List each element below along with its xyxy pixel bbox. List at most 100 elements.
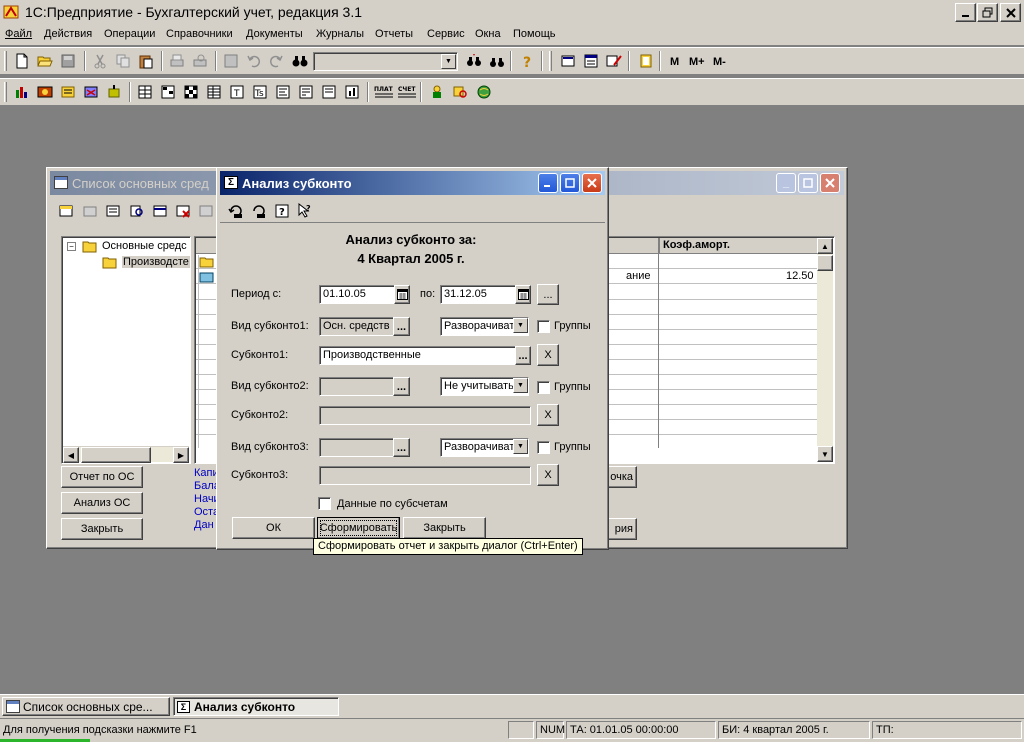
groups1-checkbox[interactable] — [537, 320, 550, 333]
report-os-button[interactable]: Отчет по ОС — [61, 466, 143, 488]
chevron-down-icon[interactable]: ▼ — [513, 378, 528, 393]
chevron-down-icon[interactable]: ▼ — [513, 318, 528, 333]
menu-windows[interactable]: Окна — [475, 28, 501, 40]
close-os-button[interactable]: Закрыть — [61, 518, 143, 540]
tree-item-root[interactable]: Основные средс — [102, 240, 187, 252]
dialog-maximize-button[interactable] — [560, 173, 580, 193]
menu-service[interactable]: Сервис — [427, 28, 465, 40]
tree-hscrollbar[interactable]: ◀ ▶ — [63, 446, 189, 463]
find-next-icon[interactable] — [464, 51, 484, 71]
directory-search-icon[interactable] — [450, 82, 470, 102]
book-icon[interactable] — [636, 51, 656, 71]
journal-order-icon[interactable] — [319, 82, 339, 102]
subconto-turnover-icon[interactable] — [296, 82, 316, 102]
scroll-right-icon[interactable]: ▶ — [173, 447, 189, 463]
close-button[interactable] — [1000, 3, 1021, 22]
os-maximize-button[interactable] — [798, 173, 818, 193]
generate-button[interactable]: Сформировать — [317, 517, 400, 539]
calendar-to-button[interactable] — [515, 285, 531, 304]
os-move-icon[interactable] — [196, 201, 216, 221]
link-data[interactable]: Дан — [194, 519, 214, 531]
menu-file[interactable]: Файл — [5, 28, 32, 40]
os-new-group-icon[interactable] — [80, 201, 100, 221]
find-binoculars-icon[interactable] — [290, 51, 310, 71]
scroll-left-icon[interactable]: ◀ — [63, 447, 79, 463]
help-question-icon[interactable]: ? — [517, 51, 537, 71]
balance-sheet-icon[interactable] — [135, 82, 155, 102]
payment-order-icon[interactable]: ПЛАТ — [373, 82, 395, 102]
os-search-icon[interactable] — [127, 201, 147, 221]
globe-icon[interactable] — [474, 82, 494, 102]
vid2-input[interactable] — [319, 377, 394, 396]
scroll-down-icon[interactable]: ▼ — [817, 446, 833, 462]
account-analysis-icon[interactable] — [204, 82, 224, 102]
vid3-select-button[interactable]: ... — [393, 438, 410, 457]
os-minimize-button[interactable]: _ — [776, 173, 796, 193]
menu-operations[interactable]: Операции — [104, 28, 155, 40]
vid3-input[interactable] — [319, 438, 394, 457]
undo-icon[interactable] — [244, 51, 264, 71]
minimize-button[interactable] — [955, 3, 976, 22]
sub2-clear-button[interactable]: X — [537, 404, 559, 426]
account-card-icon[interactable]: T — [227, 82, 247, 102]
groups3-checkbox[interactable] — [537, 441, 550, 454]
right-button-1[interactable]: очка — [607, 466, 637, 488]
period-from-input[interactable]: 01.10.05 — [319, 285, 395, 304]
help-icon[interactable]: ? — [272, 201, 292, 221]
transactions-icon[interactable] — [58, 82, 78, 102]
dashboard-icon[interactable] — [342, 82, 362, 102]
task-os-list[interactable]: Список основных сре... — [2, 697, 170, 716]
paste-icon[interactable] — [136, 51, 156, 71]
chevron-down-icon[interactable]: ▼ — [441, 54, 456, 69]
edit-pen-icon[interactable] — [604, 51, 624, 71]
scroll-up-icon[interactable]: ▲ — [817, 238, 833, 254]
scroll-thumb[interactable] — [817, 255, 833, 271]
save-icon[interactable] — [58, 51, 78, 71]
chart-of-accounts-icon[interactable] — [12, 82, 32, 102]
print-preview-icon[interactable] — [190, 51, 210, 71]
journal-entries-icon[interactable] — [81, 82, 101, 102]
calculator-icon[interactable] — [558, 51, 578, 71]
dialog-close-button[interactable] — [582, 173, 602, 193]
analysis-os-button[interactable]: Анализ ОС — [61, 492, 143, 514]
subconto-analysis-icon[interactable] — [273, 82, 293, 102]
context-help-icon[interactable]: ? — [295, 201, 315, 221]
report-settings-icon[interactable] — [226, 201, 246, 221]
period-to-input[interactable]: 31.12.05 — [440, 285, 516, 304]
os-close-button[interactable] — [820, 173, 840, 193]
sub3-input[interactable] — [319, 466, 531, 485]
restore-settings-icon[interactable] — [249, 201, 269, 221]
menu-actions[interactable]: Действия — [44, 28, 92, 40]
vid1-input[interactable]: Осн. средств — [319, 317, 394, 336]
menu-help[interactable]: Помощь — [513, 28, 556, 40]
menu-references[interactable]: Справочники — [166, 28, 233, 40]
user-icon[interactable] — [427, 82, 447, 102]
vid1-select-button[interactable]: ... — [393, 317, 410, 336]
chevron-down-icon[interactable]: ▼ — [513, 439, 528, 454]
print-icon[interactable] — [167, 51, 187, 71]
column-header-koef[interactable]: Коэф.аморт. — [659, 238, 817, 254]
scroll-thumb[interactable] — [81, 447, 151, 463]
sub1-input[interactable]: Производственные — [319, 346, 516, 365]
wizard-icon[interactable] — [104, 82, 124, 102]
dialog-minimize-button[interactable] — [538, 173, 558, 193]
sub1-select-button[interactable]: ... — [515, 346, 531, 365]
open-folder-icon[interactable] — [35, 51, 55, 71]
sub3-clear-button[interactable]: X — [537, 464, 559, 486]
subaccounts-checkbox[interactable] — [318, 497, 331, 510]
os-copy-icon[interactable] — [103, 201, 123, 221]
calendar-from-button[interactable] — [394, 285, 410, 304]
tree-item-production[interactable]: Производсте — [122, 256, 190, 268]
os-delete-icon[interactable] — [173, 201, 193, 221]
new-document-icon[interactable] — [12, 51, 32, 71]
vid2-select-button[interactable]: ... — [393, 377, 410, 396]
turnover-sheet-icon[interactable] — [158, 82, 178, 102]
groups2-checkbox[interactable] — [537, 381, 550, 394]
table-vscrollbar[interactable]: ▲ ▼ — [817, 238, 833, 462]
find-replace-icon[interactable] — [487, 51, 507, 71]
sub1-clear-button[interactable]: X — [537, 344, 559, 366]
os-new-icon[interactable] — [56, 201, 76, 221]
copy-icon[interactable] — [113, 51, 133, 71]
form-icon[interactable] — [221, 51, 241, 71]
redo-icon[interactable] — [266, 51, 286, 71]
